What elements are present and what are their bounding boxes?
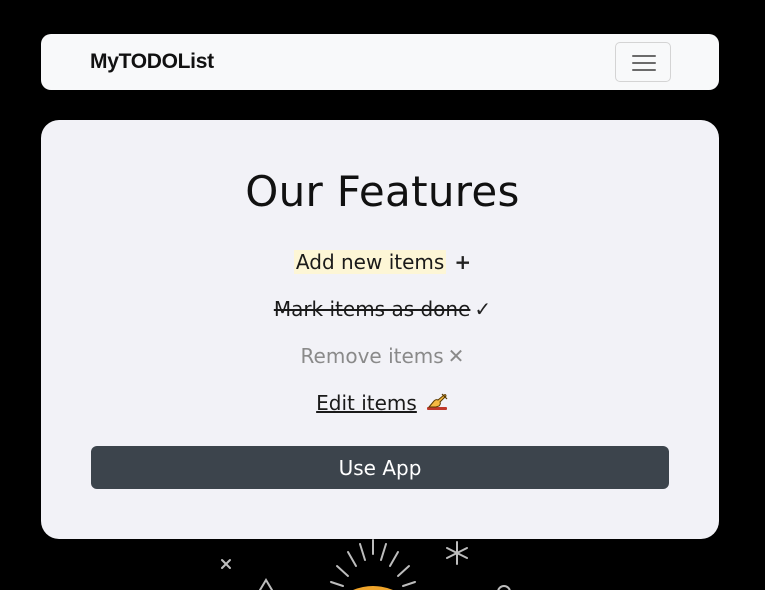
feature-label: Edit items — [316, 391, 417, 415]
hamburger-bar-top — [632, 55, 656, 57]
writing-hand-icon — [425, 391, 449, 420]
navbar: MyTODOList — [41, 34, 719, 90]
page-title: Our Features — [245, 167, 520, 216]
brand-link[interactable]: MyTODOList — [90, 48, 214, 76]
feature-label: Remove items — [300, 344, 444, 368]
feature-edit-items: Edit items — [0, 389, 765, 420]
hamburger-bar-middle — [632, 62, 656, 64]
navbar-toggler-button[interactable] — [615, 42, 671, 82]
feature-add-items: Add new items + — [0, 248, 765, 276]
hamburger-bar-bottom — [632, 69, 656, 71]
close-icon: ✕ — [447, 344, 465, 368]
hamburger-menu-icon — [632, 54, 656, 72]
feature-label: Add new items — [293, 250, 447, 274]
feature-remove-items: Remove items ✕ — [0, 342, 765, 370]
plus-icon: + — [454, 250, 472, 274]
use-app-button[interactable]: Use App — [91, 446, 669, 489]
feature-label: Mark items as done — [273, 297, 471, 321]
decorative-sun-graphic — [221, 539, 511, 590]
feature-mark-done: Mark items as done ✓ — [0, 295, 765, 323]
check-icon: ✓ — [474, 297, 492, 321]
